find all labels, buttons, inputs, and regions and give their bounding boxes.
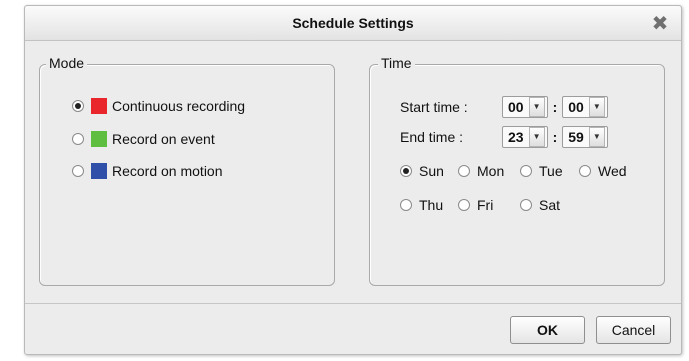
mode-legend: Mode bbox=[46, 55, 88, 71]
chevron-down-icon[interactable]: ▼ bbox=[588, 127, 605, 147]
day-option-mon[interactable]: Mon bbox=[458, 163, 504, 179]
day-label: Wed bbox=[598, 163, 627, 179]
radio-motion[interactable] bbox=[72, 165, 84, 177]
start-hour-select[interactable]: 00 ▼ bbox=[502, 96, 548, 118]
day-option-sun[interactable]: Sun bbox=[400, 163, 444, 179]
day-label: Tue bbox=[539, 163, 563, 179]
day-label: Sun bbox=[419, 163, 444, 179]
footer-divider bbox=[25, 303, 681, 304]
time-separator: : bbox=[552, 99, 558, 115]
radio-sun[interactable] bbox=[400, 165, 412, 177]
mode-option-continuous[interactable]: Continuous recording bbox=[72, 98, 245, 114]
chevron-down-icon[interactable]: ▼ bbox=[588, 97, 605, 117]
end-time-label: End time : bbox=[400, 129, 464, 145]
schedule-settings-dialog: Schedule Settings ✖ Mode Continuous reco… bbox=[24, 5, 682, 355]
mode-option-event[interactable]: Record on event bbox=[72, 131, 215, 147]
start-minute-value: 00 bbox=[568, 99, 584, 115]
day-label: Thu bbox=[419, 197, 444, 213]
time-legend: Time bbox=[378, 55, 415, 71]
blue-color-swatch bbox=[91, 163, 107, 179]
end-hour-select[interactable]: 23 ▼ bbox=[502, 126, 548, 148]
day-option-sat[interactable]: Sat bbox=[520, 197, 560, 213]
start-minute-select[interactable]: 00 ▼ bbox=[562, 96, 608, 118]
radio-sat[interactable] bbox=[520, 199, 532, 211]
radio-mon[interactable] bbox=[458, 165, 470, 177]
radio-thu[interactable] bbox=[400, 199, 412, 211]
radio-tue[interactable] bbox=[520, 165, 532, 177]
end-minute-value: 59 bbox=[568, 129, 584, 145]
day-option-thu[interactable]: Thu bbox=[400, 197, 443, 213]
mode-option-label: Record on motion bbox=[112, 163, 223, 179]
chevron-down-icon[interactable]: ▼ bbox=[528, 97, 545, 117]
day-label: Fri bbox=[477, 197, 494, 213]
close-icon[interactable]: ✖ bbox=[649, 12, 671, 34]
end-time-row: End time : 23 ▼ : 59 ▼ bbox=[400, 126, 608, 148]
title-bar: Schedule Settings ✖ bbox=[25, 6, 681, 41]
day-option-wed[interactable]: Wed bbox=[579, 163, 627, 179]
mode-group: Mode Continuous recording Record on even… bbox=[39, 55, 335, 286]
start-hour-value: 00 bbox=[508, 99, 524, 115]
chevron-down-icon[interactable]: ▼ bbox=[528, 127, 545, 147]
ok-button[interactable]: OK bbox=[510, 316, 585, 344]
start-time-label: Start time : bbox=[400, 99, 468, 115]
time-separator: : bbox=[552, 129, 558, 145]
end-hour-value: 23 bbox=[508, 129, 524, 145]
radio-continuous[interactable] bbox=[72, 100, 84, 112]
mode-option-motion[interactable]: Record on motion bbox=[72, 163, 223, 179]
radio-fri[interactable] bbox=[458, 199, 470, 211]
cancel-button[interactable]: Cancel bbox=[596, 316, 671, 344]
dialog-title: Schedule Settings bbox=[292, 15, 414, 31]
day-option-tue[interactable]: Tue bbox=[520, 163, 563, 179]
mode-option-label: Continuous recording bbox=[112, 98, 246, 114]
day-label: Sat bbox=[539, 197, 561, 213]
end-minute-select[interactable]: 59 ▼ bbox=[562, 126, 608, 148]
radio-wed[interactable] bbox=[579, 165, 591, 177]
green-color-swatch bbox=[91, 131, 107, 147]
radio-event[interactable] bbox=[72, 133, 84, 145]
day-option-fri[interactable]: Fri bbox=[458, 197, 493, 213]
mode-option-label: Record on event bbox=[112, 131, 215, 147]
day-label: Mon bbox=[477, 163, 505, 179]
red-color-swatch bbox=[91, 98, 107, 114]
start-time-row: Start time : 00 ▼ : 00 ▼ bbox=[400, 96, 608, 118]
time-group: Time Start time : 00 ▼ : 00 ▼ End time :… bbox=[369, 55, 665, 286]
